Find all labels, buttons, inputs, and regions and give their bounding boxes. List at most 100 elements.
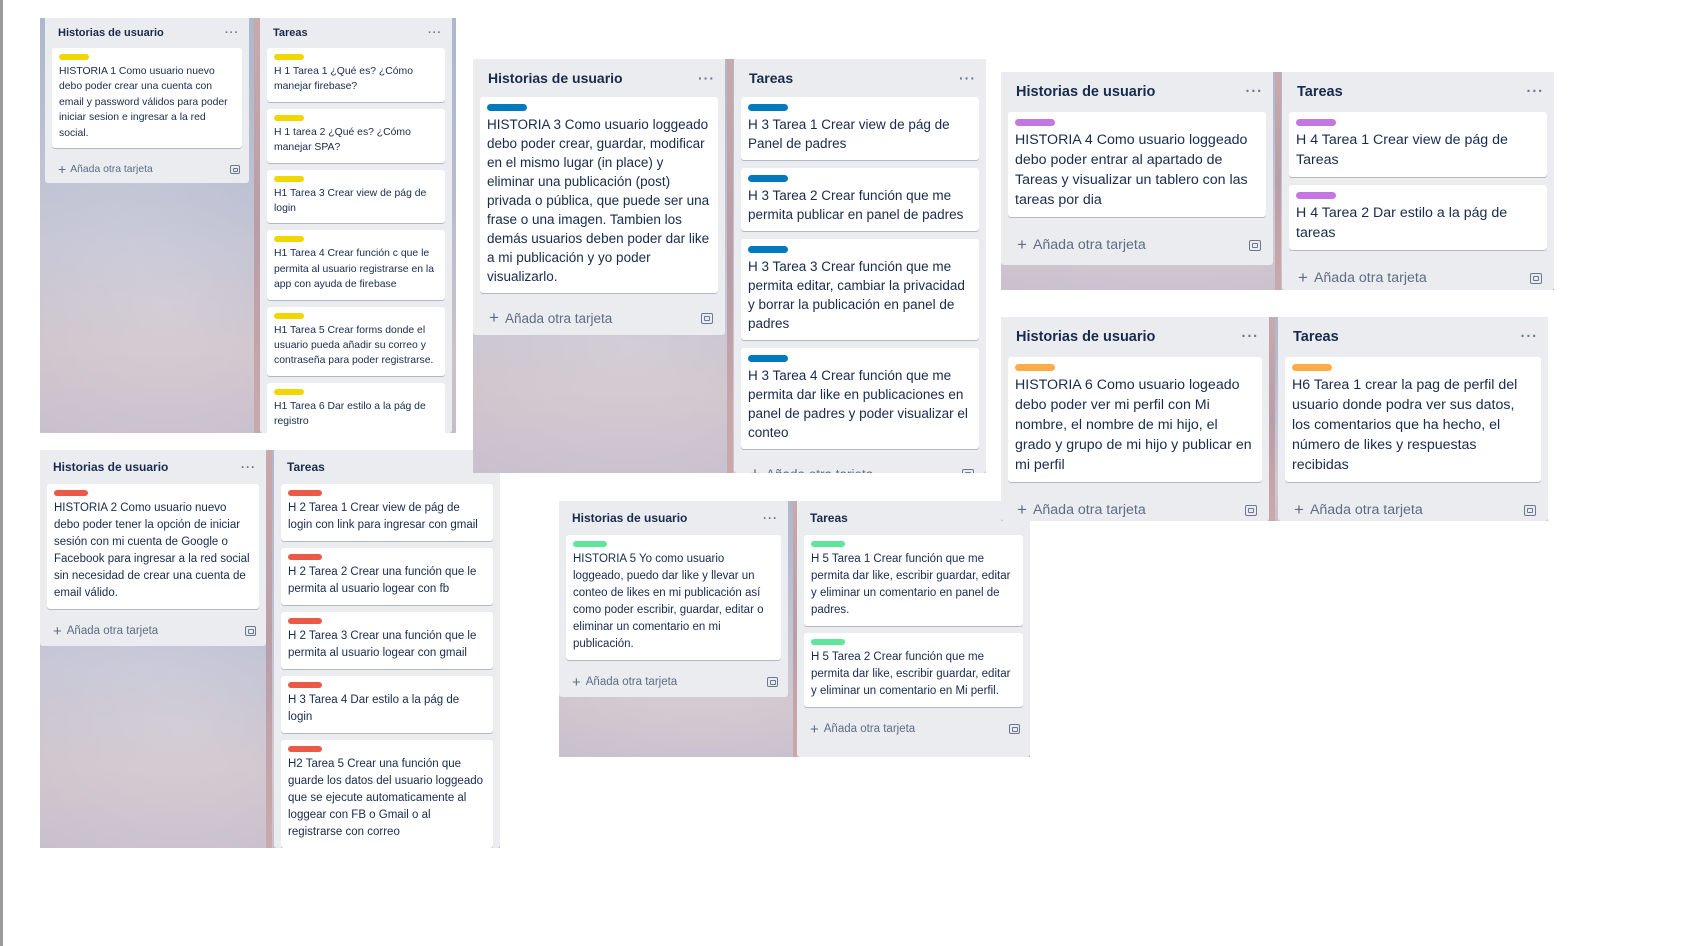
card-tarea[interactable]: H1 Tarea 3 Crear view de pág de login [267,169,445,224]
more-options-icon[interactable]: ··· [1246,84,1264,100]
label-red [288,490,322,496]
card-template-icon[interactable] [767,677,778,687]
card-tarea[interactable]: H 3 Tarea 4 Crear función que me permita… [741,348,979,449]
list-title: Historias de usuario [1016,84,1156,100]
card-text: H 3 Tarea 4 Dar estilo a la pág de login [288,694,460,723]
card-tarea[interactable]: H2 Tarea 5 Crear una función que guarde … [281,740,493,848]
list-historias: Historias de usuario ··· HISTORIA 2 Como… [40,450,266,646]
card-text: H 3 Tarea 2 Crear función que me permita… [748,188,964,222]
card-tarea[interactable]: H 2 Tarea 1 Crear view de pág de login c… [281,484,493,541]
more-options-icon[interactable]: ··· [1527,84,1545,100]
card-tarea[interactable]: H 1 Tarea 1 ¿Qué es? ¿Cómo manejar fireb… [267,48,445,102]
add-card-button[interactable]: +Añada otra tarjeta [734,457,986,473]
plus-icon: + [1298,268,1308,287]
card-tarea[interactable]: H 3 Tarea 3 Crear función que me permita… [741,239,979,340]
card-template-icon[interactable] [1524,504,1536,516]
card-text: H 2 Tarea 1 Crear view de pág de login c… [288,502,478,531]
card-tarea[interactable]: H 4 Tarea 2 Dar estilo a la pág de tarea… [1289,185,1547,250]
card-tarea[interactable]: H 3 Tarea 2 Crear función que me permita… [741,168,979,231]
label-orange [1015,364,1055,371]
add-card-button[interactable]: +Añada otra tarjeta [559,667,788,697]
card-text: H1 Tarea 6 Dar estilo a la pág de regist… [274,400,426,428]
list-title: Tareas [1297,84,1343,100]
card-tarea[interactable]: H1 Tarea 4 Crear función c que le permit… [267,230,445,300]
more-options-icon[interactable]: ··· [1521,329,1539,345]
card-historia-5[interactable]: HISTORIA 5 Yo como usuario loggeado, pue… [566,535,781,660]
card-template-icon[interactable] [245,626,256,636]
label-red [54,490,88,496]
more-options-icon[interactable]: ··· [1242,329,1260,345]
plus-icon: + [58,161,67,178]
list-title: Tareas [749,70,794,86]
more-options-icon[interactable]: ··· [698,70,715,86]
card-template-icon[interactable] [230,164,240,174]
add-card-button[interactable]: +Añada otra tarjeta [40,616,266,646]
more-options-icon[interactable]: ··· [763,511,778,525]
card-tarea[interactable]: H 5 Tarea 1 Crear función que me permita… [804,535,1023,626]
more-options-icon[interactable]: ··· [241,460,256,474]
label-red [288,554,322,560]
list-header: Tareas ··· [734,59,986,97]
board-divider [1269,317,1275,521]
card-tarea[interactable]: H 3 Tarea 4 Dar estilo a la pág de login [281,676,493,733]
card-template-icon[interactable] [701,312,713,324]
more-options-icon[interactable]: ··· [959,70,976,86]
card-text: H6 Tarea 1 crear la pag de perfil del us… [1292,377,1518,473]
plus-icon: + [810,720,819,738]
label-green [811,541,845,547]
label-blue [748,104,788,111]
card-template-icon[interactable] [1245,504,1257,516]
add-card-label: Añada otra tarjeta [1032,502,1146,518]
card-template-icon[interactable] [1249,239,1261,251]
card-tarea[interactable]: H 1 tarea 2 ¿Qué es? ¿Cómo manejar SPA? [267,108,445,163]
label-red [288,682,322,688]
add-card-button[interactable]: +Añada otra tarjeta [1001,490,1269,521]
card-tarea[interactable]: H 4 Tarea 1 Crear view de pág de Tareas [1289,112,1547,177]
card-tarea[interactable]: H6 Tarea 1 crear la pag de perfil del us… [1285,357,1541,482]
card-text: HISTORIA 5 Yo como usuario loggeado, pue… [573,553,764,650]
list-header: Historias de usuario ··· [1001,317,1269,357]
card-text: H 2 Tarea 2 Crear una función que le per… [288,566,477,595]
card-template-icon[interactable] [1009,724,1020,734]
card-historia-1[interactable]: HISTORIA 1 Como usuario nuevo debo poder… [52,48,242,149]
card-historia-4[interactable]: HISTORIA 4 Como usuario loggeado debo po… [1008,112,1266,217]
list-title: Historias de usuario [1016,329,1156,345]
label-yellow [274,175,304,182]
list-title: Historias de usuario [572,511,688,525]
label-blue [748,175,788,182]
card-tarea[interactable]: H 2 Tarea 3 Crear una función que le per… [281,612,493,669]
card-text: H 1 tarea 2 ¿Qué es? ¿Cómo manejar SPA? [274,126,411,154]
card-template-icon[interactable] [962,468,974,473]
card-historia-6[interactable]: HISTORIA 6 Como usuario logeado debo pod… [1008,357,1262,482]
list-historias: Historias de usuario ··· HISTORIA 1 Como… [45,18,249,184]
list-historias: Historias de usuario ··· HISTORIA 5 Yo c… [559,501,788,697]
card-text: H 4 Tarea 1 Crear view de pág de Tareas [1296,132,1508,168]
card-text: HISTORIA 2 Como usuario nuevo debo poder… [54,502,250,599]
label-blue [487,104,527,111]
plus-icon: + [750,464,760,473]
add-card-button[interactable]: +Añada otra tarjeta [1278,490,1548,521]
card-historia-2[interactable]: HISTORIA 2 Como usuario nuevo debo poder… [47,484,259,609]
card-text: H1 Tarea 4 Crear función c que le permit… [274,248,434,291]
list-tareas: Tareas ··· H 4 Tarea 1 Crear view de pág… [1282,72,1554,290]
card-tarea[interactable]: H 5 Tarea 2 Crear función que me permita… [804,633,1023,707]
page-left-border [0,0,3,946]
card-tarea[interactable]: H 2 Tarea 2 Crear una función que le per… [281,548,493,605]
add-card-button[interactable]: +Añada otra tarjeta [797,714,1030,744]
add-card-button[interactable]: +Añada otra tarjeta [1282,258,1554,290]
card-tarea[interactable]: H 3 Tarea 1 Crear view de pág de Panel d… [741,97,979,160]
card-template-icon[interactable] [1530,272,1542,284]
label-purple [1296,192,1336,199]
add-card-label: Añada otra tarjeta [66,625,159,637]
more-options-icon[interactable]: ··· [428,27,442,39]
card-historia-3[interactable]: HISTORIA 3 Como usuario loggeado debo po… [480,97,718,293]
board-divider [1275,72,1281,290]
add-card-button[interactable]: +Añada otra tarjeta [45,155,249,183]
list-title: Historias de usuario [488,70,623,86]
card-text: H 2 Tarea 3 Crear una función que le per… [288,630,477,659]
add-card-button[interactable]: +Añada otra tarjeta [473,301,725,335]
card-tarea[interactable]: H1 Tarea 6 Dar estilo a la pág de regist… [267,382,445,433]
more-options-icon[interactable]: ··· [225,27,239,39]
add-card-button[interactable]: +Añada otra tarjeta [1001,225,1273,265]
card-tarea[interactable]: H1 Tarea 5 Crear forms donde el usuario … [267,306,445,376]
